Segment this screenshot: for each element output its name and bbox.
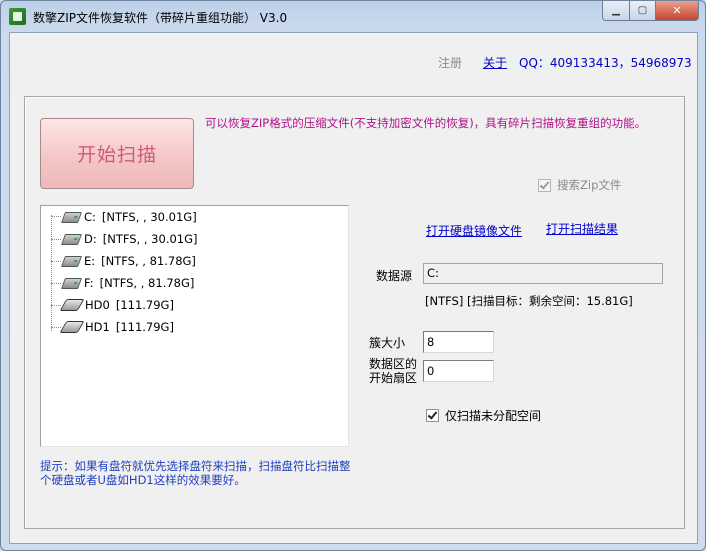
drive-info: [NTFS, , 30.01G] <box>102 232 198 246</box>
start-scan-button[interactable]: 开始扫描 <box>40 118 194 189</box>
qq-contact: QQ：409133413，54968973 <box>519 56 692 70</box>
drive-info: [NTFS, , 30.01G] <box>101 210 197 224</box>
window-title: 数擎ZIP文件恢复软件（带碎片重组功能） V3.0 <box>33 11 288 25</box>
drive-icon <box>60 277 83 289</box>
start-sector-label: 数据区的 开始扇区 <box>369 357 417 385</box>
search-zip-option: 搜索Zip文件 <box>538 177 621 193</box>
drive-icon <box>60 255 83 267</box>
close-button[interactable]: ✕ <box>656 1 699 21</box>
main-panel: 开始扫描 可以恢复ZIP格式的压缩文件(不支持加密文件的恢复)，具有碎片扫描恢复… <box>24 96 685 529</box>
hard-disk-icon <box>59 321 85 333</box>
tree-branch <box>51 239 61 240</box>
drive-icon <box>60 211 83 223</box>
tree-branch <box>51 283 61 284</box>
unallocated-checkbox[interactable] <box>426 409 439 422</box>
register-link[interactable]: 注册 <box>438 54 462 71</box>
tree-branch <box>51 327 61 328</box>
drive-tree[interactable]: C: [NTFS, , 30.01G] D: [NTFS, , 30.01G] E:… <box>40 205 349 447</box>
drive-name: E: <box>84 254 96 268</box>
disk-item-hd0[interactable]: HD0 [111.79G] <box>59 296 174 314</box>
drive-name: F: <box>84 276 94 290</box>
data-source-label: 数据源 <box>376 269 413 283</box>
drive-item-e[interactable]: E: [NTFS, , 81.78G] <box>60 252 196 270</box>
drive-icon <box>60 233 83 245</box>
unallocated-option: 仅扫描未分配空间 <box>426 407 541 424</box>
app-window: 数擎ZIP文件恢复软件（带碎片重组功能） V3.0 ▁ ▢ ✕ 注册 关于 QQ… <box>0 0 706 551</box>
disk-item-hd1[interactable]: HD1 [111.79G] <box>59 318 174 336</box>
maximize-button[interactable]: ▢ <box>630 1 656 21</box>
drive-info: [NTFS, , 81.78G] <box>99 276 195 290</box>
title-bar[interactable]: 数擎ZIP文件恢复软件（带碎片重组功能） V3.0 ▁ ▢ ✕ <box>1 1 705 33</box>
disk-name: HD0 <box>85 298 110 312</box>
disk-info: [111.79G] <box>115 320 174 334</box>
app-icon <box>9 8 26 25</box>
open-disk-image-link[interactable]: 打开硬盘镜像文件 <box>426 222 522 239</box>
open-scan-result-link[interactable]: 打开扫描结果 <box>546 220 618 237</box>
drive-info: [NTFS, , 81.78G] <box>101 254 196 268</box>
tree-branch <box>51 261 61 262</box>
drive-item-c[interactable]: C: [NTFS, , 30.01G] <box>60 208 197 226</box>
client-area: 注册 关于 QQ：409133413，54968973 开始扫描 可以恢复ZIP… <box>9 32 698 544</box>
cluster-size-input[interactable]: 8 <box>423 331 494 353</box>
cluster-size-label: 簇大小 <box>369 336 406 350</box>
window-controls: ▁ ▢ ✕ <box>602 1 699 21</box>
disk-name: HD1 <box>85 320 110 334</box>
minimize-button[interactable]: ▁ <box>602 1 630 21</box>
tree-branch <box>51 305 61 306</box>
data-source-info: [NTFS] [扫描目标：剩余空间：15.81G] <box>425 294 633 308</box>
start-sector-label-line1: 数据区的 <box>369 357 418 371</box>
search-zip-label: 搜索Zip文件 <box>557 178 622 192</box>
drive-name: D: <box>84 232 97 246</box>
hard-disk-icon <box>59 299 85 311</box>
start-sector-input[interactable]: 0 <box>423 360 494 382</box>
drive-name: C: <box>84 210 96 224</box>
data-source-field: C: <box>423 263 663 284</box>
start-sector-label-line2: 开始扇区 <box>369 371 418 385</box>
unallocated-label: 仅扫描未分配空间 <box>445 409 542 423</box>
disk-info: [111.79G] <box>115 298 174 312</box>
feature-description: 可以恢复ZIP格式的压缩文件(不支持加密文件的恢复)，具有碎片扫描恢复重组的功能… <box>205 116 647 130</box>
drive-item-d[interactable]: D: [NTFS, , 30.01G] <box>60 230 198 248</box>
hint-text: 提示：如果有盘符就优先选择盘符来扫描，扫描盘符比扫描整个硬盘或者U盘如HD1这样… <box>40 459 351 487</box>
tree-connector <box>51 215 52 331</box>
about-link[interactable]: 关于 <box>483 54 507 71</box>
drive-item-f[interactable]: F: [NTFS, , 81.78G] <box>60 274 195 292</box>
tree-branch <box>51 216 61 217</box>
search-zip-checkbox[interactable] <box>538 178 551 192</box>
